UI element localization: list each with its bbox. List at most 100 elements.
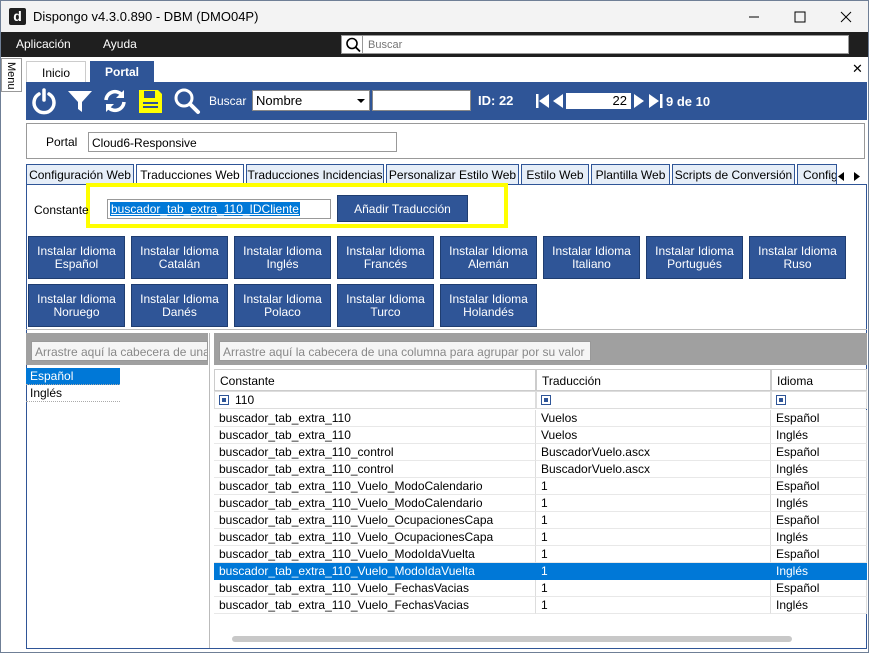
- install-language-button[interactable]: Instalar Idioma Inglés: [234, 236, 331, 279]
- portal-row: Portal Cloud6-Responsive: [26, 123, 865, 159]
- tab-plantilla-web[interactable]: Plantilla Web: [591, 164, 670, 184]
- search-icon[interactable]: [173, 87, 201, 115]
- table-row[interactable]: buscador_tab_extra_110_control BuscadorVu…: [214, 461, 867, 478]
- install-button-text: Instalar Idioma Holandés: [449, 291, 528, 319]
- table-row[interactable]: buscador_tab_extra_110_Vuelo_ModoIdaVuel…: [214, 546, 867, 563]
- table-cell: 1: [536, 512, 771, 529]
- page-number-input[interactable]: 22: [566, 93, 631, 109]
- tab-traducciones-incidencias[interactable]: Traducciones Incidencias: [246, 164, 384, 184]
- install-language-button[interactable]: Instalar Idioma Polaco: [234, 284, 331, 327]
- search-icon[interactable]: [343, 36, 363, 53]
- install-language-button[interactable]: Instalar Idioma Portugués: [646, 236, 743, 279]
- table-row[interactable]: buscador_tab_extra_110_control BuscadorVu…: [214, 444, 867, 461]
- prev-page-icon[interactable]: [553, 94, 564, 111]
- tabs-scroll-right-icon[interactable]: [854, 170, 861, 184]
- tab-personalizar-estilo-web[interactable]: Personalizar Estilo Web: [386, 164, 519, 184]
- close-window-button[interactable]: [823, 1, 869, 32]
- filter-icon[interactable]: [541, 395, 551, 405]
- filter-cell-constante[interactable]: 110: [214, 391, 536, 409]
- tab-config[interactable]: Config: [797, 164, 837, 184]
- group-by-area[interactable]: Arrastre aquí la cabecera de una columna…: [214, 333, 867, 365]
- install-language-button[interactable]: Instalar Idioma Francés: [337, 236, 434, 279]
- column-header-traduccion[interactable]: Traducción: [536, 369, 771, 391]
- list-item[interactable]: Inglés: [26, 385, 120, 402]
- install-language-button[interactable]: Instalar Idioma Italiano: [543, 236, 640, 279]
- search-field-select[interactable]: Nombre: [252, 90, 370, 111]
- install-language-button[interactable]: Instalar Idioma Catalán: [131, 236, 228, 279]
- refresh-icon[interactable]: [101, 87, 129, 115]
- table-cell: BuscadorVuelo.ascx: [536, 461, 771, 478]
- horizontal-scrollbar[interactable]: [232, 636, 792, 642]
- table-cell: 1: [536, 478, 771, 495]
- table-cell: Español: [771, 478, 867, 495]
- tabs-scroll-left-icon[interactable]: [838, 170, 845, 184]
- next-page-icon[interactable]: [634, 94, 645, 111]
- toolbar-search-input[interactable]: [372, 90, 471, 111]
- install-button-text: Instalar Idioma Inglés: [243, 243, 322, 271]
- tab-traducciones-web[interactable]: Traducciones Web: [136, 164, 244, 185]
- portal-field[interactable]: Cloud6-Responsive: [88, 132, 397, 152]
- side-menu-label: Menu: [5, 62, 17, 90]
- filter-icon[interactable]: [219, 395, 229, 405]
- filter-cell-traduccion[interactable]: [536, 391, 771, 409]
- table-row[interactable]: buscador_tab_extra_110_Vuelo_ModoCalenda…: [214, 495, 867, 512]
- add-translation-button[interactable]: Añadir Traducción: [337, 195, 468, 222]
- close-tab-icon[interactable]: ✕: [852, 61, 863, 77]
- install-language-button[interactable]: Instalar Idioma Danés: [131, 284, 228, 327]
- filter-icon[interactable]: [66, 87, 94, 115]
- install-language-button[interactable]: Instalar Idioma Turco: [337, 284, 434, 327]
- first-page-icon[interactable]: [536, 94, 550, 111]
- install-language-button[interactable]: Instalar Idioma Alemán: [440, 236, 537, 279]
- filter-icon[interactable]: [776, 395, 786, 405]
- table-row[interactable]: buscador_tab_extra_110 Vuelos Español: [214, 410, 867, 427]
- constante-label: Constante: [34, 203, 89, 217]
- table-row[interactable]: buscador_tab_extra_110_Vuelo_FechasVacia…: [214, 597, 867, 614]
- global-search-input[interactable]: [368, 37, 838, 52]
- maximize-button[interactable]: [777, 1, 823, 32]
- install-language-button[interactable]: Instalar Idioma Español: [28, 236, 125, 279]
- install-button-text: Instalar Idioma Noruego: [37, 291, 116, 319]
- table-row[interactable]: buscador_tab_extra_110_Vuelo_Ocupaciones…: [214, 529, 867, 546]
- power-icon[interactable]: [30, 87, 58, 115]
- column-header-constante[interactable]: Constante: [214, 369, 536, 391]
- table-cell: Inglés: [771, 563, 867, 580]
- install-language-button[interactable]: Instalar Idioma Holandés: [440, 284, 537, 327]
- table-row[interactable]: buscador_tab_extra_110_Vuelo_FechasVacia…: [214, 580, 867, 597]
- app-logo-icon: d: [9, 8, 26, 25]
- table-cell: buscador_tab_extra_110_Vuelo_ModoIdaVuel…: [214, 546, 536, 563]
- column-header-idioma[interactable]: Idioma: [771, 369, 867, 391]
- group-by-area[interactable]: Arrastre aquí la cabecera de una: [26, 333, 208, 365]
- tab-estilo-web[interactable]: Estilo Web: [521, 164, 589, 184]
- constante-input[interactable]: buscador_tab_extra_110_IDCliente: [107, 199, 331, 219]
- app-window: d Dispongo v4.3.0.890 - DBM (DMO04P) Apl…: [0, 0, 869, 653]
- table-cell: Español: [771, 580, 867, 597]
- filter-cell-idioma[interactable]: [771, 391, 867, 409]
- table-cell: buscador_tab_extra_110: [214, 410, 536, 427]
- tab-inicio[interactable]: Inicio: [26, 61, 86, 82]
- list-item[interactable]: Español: [26, 368, 120, 385]
- table-row[interactable]: buscador_tab_extra_110_Vuelo_Ocupaciones…: [214, 512, 867, 529]
- table-row[interactable]: buscador_tab_extra_110_Vuelo_ModoIdaVuel…: [214, 563, 867, 580]
- table-row[interactable]: buscador_tab_extra_110 Vuelos Inglés: [214, 427, 867, 444]
- last-page-icon[interactable]: [649, 94, 663, 111]
- table-cell: buscador_tab_extra_110_control: [214, 461, 536, 478]
- table-row[interactable]: buscador_tab_extra_110_Vuelo_ModoCalenda…: [214, 478, 867, 495]
- table-cell: buscador_tab_extra_110_Vuelo_Ocupaciones…: [214, 529, 536, 546]
- save-icon[interactable]: [136, 87, 164, 115]
- menu-aplicacion[interactable]: Aplicación: [16, 37, 71, 51]
- group-by-hint: Arrastre aquí la cabecera de una: [31, 341, 208, 361]
- install-button-text: Instalar Idioma Turco: [346, 291, 425, 319]
- install-language-button[interactable]: Instalar Idioma Ruso: [749, 236, 846, 279]
- menu-ayuda[interactable]: Ayuda: [103, 37, 137, 51]
- tab-scripts-de-conversion[interactable]: Scripts de Conversión: [672, 164, 795, 184]
- table-cell: Español: [771, 444, 867, 461]
- minimize-button[interactable]: [731, 1, 777, 32]
- install-language-button[interactable]: Instalar Idioma Noruego: [28, 284, 125, 327]
- tab-portal[interactable]: Portal: [90, 61, 154, 82]
- table-cell: Inglés: [771, 597, 867, 614]
- tab-configuracion-web[interactable]: Configuración Web: [26, 164, 134, 184]
- table-cell: Español: [771, 546, 867, 563]
- side-menu-toggle[interactable]: Menu: [1, 58, 22, 92]
- window-title: Dispongo v4.3.0.890 - DBM (DMO04P): [33, 9, 259, 24]
- table-cell: Inglés: [771, 461, 867, 478]
